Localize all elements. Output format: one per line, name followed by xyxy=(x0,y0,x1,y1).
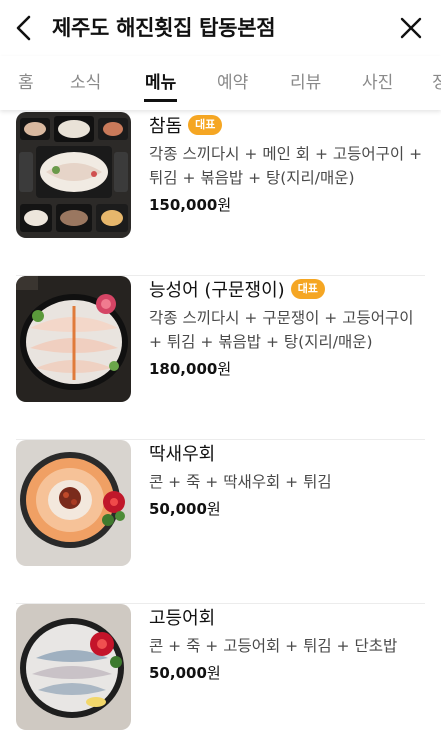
price-unit: 원 xyxy=(206,500,221,518)
back-button[interactable] xyxy=(10,12,38,44)
menu-item-name-row: 딱새우회 xyxy=(149,440,425,466)
close-button[interactable] xyxy=(397,14,425,42)
menu-item-name-row: 능성어 (구문쟁이) 대표 xyxy=(149,276,425,302)
price-unit: 원 xyxy=(206,664,221,682)
menu-item-description: 콘 + 죽 + 딱새우회 + 튀김 xyxy=(149,473,332,491)
menu-item-price: 150,000원 xyxy=(149,194,425,216)
menu-item-description: 각종 스끼다시 + 구문쟁이 + 고등어구이 + 튀김 + 볶음밥 + 탕(지리… xyxy=(149,309,414,351)
close-icon xyxy=(400,17,422,39)
menu-item-info: 딱새우회 콘 + 죽 + 딱새우회 + 튀김 50,000원 xyxy=(149,440,425,520)
menu-item[interactable]: 고등어회 콘 + 죽 + 고등어회 + 튀김 + 단초밥 50,000원 xyxy=(0,604,441,751)
price-unit: 원 xyxy=(217,360,232,378)
menu-item-name: 고등어회 xyxy=(149,608,216,629)
menu-item-description: 각종 스끼다시 + 메인 회 + 고등어구이 + 튀김 + 볶음밥 + 탕(지리… xyxy=(149,145,423,187)
tab-reviews[interactable]: 리뷰 xyxy=(290,56,321,110)
menu-item-photo xyxy=(16,440,131,566)
price-unit: 원 xyxy=(217,196,232,214)
menu-item-price: 50,000원 xyxy=(149,662,425,684)
menu-item-name-row: 고등어회 xyxy=(149,604,425,630)
menu-item-photo xyxy=(16,112,131,238)
tab-home[interactable]: 홈 xyxy=(18,56,34,110)
price-amount: 180,000 xyxy=(149,360,218,378)
tab-bar: 홈 소식 메뉴 예약 리뷰 사진 정 xyxy=(0,56,441,110)
tab-menu[interactable]: 메뉴 xyxy=(143,56,178,110)
chevron-left-icon xyxy=(16,15,31,41)
menu-item-name: 능성어 (구문쟁이) xyxy=(149,280,285,301)
menu-item-price: 50,000원 xyxy=(149,498,425,520)
price-amount: 50,000 xyxy=(149,664,207,682)
price-amount: 150,000 xyxy=(149,196,218,214)
menu-item-description: 콘 + 죽 + 고등어회 + 튀김 + 단초밥 xyxy=(149,637,398,655)
tab-news[interactable]: 소식 xyxy=(70,56,101,110)
menu-item[interactable]: 참돔 대표 각종 스끼다시 + 메인 회 + 고등어구이 + 튀김 + 볶음밥 … xyxy=(0,112,441,276)
signature-badge: 대표 xyxy=(188,115,223,135)
menu-item-info: 능성어 (구문쟁이) 대표 각종 스끼다시 + 구문쟁이 + 고등어구이 + 튀… xyxy=(149,276,425,380)
tab-reservation[interactable]: 예약 xyxy=(217,56,248,110)
menu-item-name-row: 참돔 대표 xyxy=(149,112,425,138)
signature-badge: 대표 xyxy=(290,279,325,299)
page-title: 제주도 해진횟집 탑동본점 xyxy=(52,16,276,40)
menu-item[interactable]: 딱새우회 콘 + 죽 + 딱새우회 + 튀김 50,000원 xyxy=(0,440,441,604)
price-amount: 50,000 xyxy=(149,500,207,518)
menu-item-info: 참돔 대표 각종 스끼다시 + 메인 회 + 고등어구이 + 튀김 + 볶음밥 … xyxy=(149,112,425,216)
app-root: 제주도 해진횟집 탑동본점 홈 소식 메뉴 예약 리뷰 사진 정 참돔 대표 각… xyxy=(0,0,441,751)
menu-item-name: 딱새우회 xyxy=(149,444,216,465)
menu-item-info: 고등어회 콘 + 죽 + 고등어회 + 튀김 + 단초밥 50,000원 xyxy=(149,604,425,684)
menu-item-name: 참돔 xyxy=(149,116,183,137)
tab-info-partial[interactable]: 정 xyxy=(432,56,441,110)
tab-photos[interactable]: 사진 xyxy=(362,56,393,110)
menu-item[interactable]: 능성어 (구문쟁이) 대표 각종 스끼다시 + 구문쟁이 + 고등어구이 + 튀… xyxy=(0,276,441,440)
app-header: 제주도 해진횟집 탑동본점 xyxy=(0,0,441,56)
menu-item-photo xyxy=(16,604,131,730)
menu-item-price: 180,000원 xyxy=(149,358,425,380)
menu-item-photo xyxy=(16,276,131,402)
